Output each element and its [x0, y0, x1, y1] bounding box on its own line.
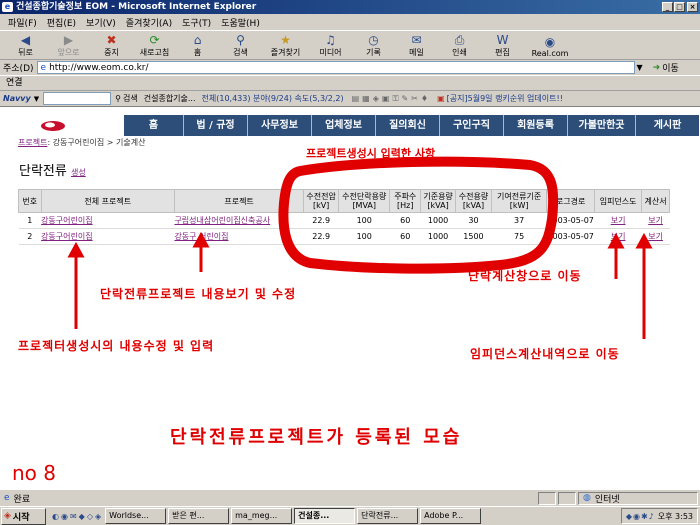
navvy-toolbar: Navvy ▼ ⚲ 검색 건설종합기술... 전체(10,433) 분야(9/2…	[0, 91, 700, 107]
address-bar: 주소(D) e http://www.eom.co.kr/ ▼ ➜ 이동	[0, 60, 700, 76]
menu-help[interactable]: 도움말(H)	[221, 16, 260, 29]
quick-launch-icons[interactable]: ◐◉✉◆◇◈	[52, 512, 103, 521]
status-zone-text: 인터넷	[594, 494, 620, 505]
forward-button[interactable]: ▶ 앞으로	[47, 31, 90, 59]
history-icon: ◷	[368, 33, 379, 47]
back-arrow-icon: ◀	[20, 33, 31, 47]
window-title: 건설종합기술정보 EOM - Microsoft Internet Explor…	[16, 2, 257, 12]
forward-arrow-icon: ▶	[63, 33, 74, 47]
navvy-search-icon: ⚲	[115, 94, 121, 103]
status-page-icon: e	[4, 493, 10, 503]
start-button[interactable]: ◈ 시작	[1, 507, 46, 525]
mail-icon: ✉	[411, 33, 422, 47]
media-button[interactable]: ♫ 미디어	[309, 31, 352, 59]
refresh-button[interactable]: ⟳ 새로고침	[133, 31, 176, 59]
menu-view[interactable]: 보기(V)	[86, 16, 116, 29]
links-label[interactable]: 연결	[6, 78, 23, 88]
menu-bar: 파일(F) 편집(E) 보기(V) 즐겨찾기(A) 도구(T) 도움말(H)	[0, 14, 700, 31]
real-icon: ◉	[544, 35, 556, 49]
taskbar-item[interactable]: 받은 편...	[168, 508, 230, 524]
stop-button[interactable]: ✖ 중지	[90, 31, 133, 59]
go-button[interactable]: 이동	[662, 61, 679, 74]
status-cell	[558, 491, 576, 505]
navvy-search-input[interactable]	[43, 92, 112, 105]
print-button[interactable]: ⎙ 인쇄	[438, 31, 481, 59]
clock: 오후 3:53	[657, 511, 693, 521]
navvy-site: 건설종합기술...	[143, 94, 196, 103]
address-label: 주소(D)	[3, 64, 34, 74]
mail-button[interactable]: ✉ 메일	[395, 31, 438, 59]
close-icon[interactable]: ×	[687, 2, 698, 12]
taskbar-item-active[interactable]: 건설종...	[294, 508, 356, 524]
search-icon: ⚲	[236, 33, 245, 47]
window-title-bar: e 건설종합기술정보 EOM - Microsoft Internet Expl…	[0, 0, 700, 14]
real-button[interactable]: ◉ Real.com	[524, 31, 576, 59]
media-icon: ♫	[325, 33, 336, 47]
globe-icon: ◍	[583, 493, 591, 503]
annotation-number: no 8	[12, 461, 56, 485]
refresh-icon: ⟳	[149, 33, 160, 47]
navvy-dropdown-icon[interactable]: ▼	[34, 95, 39, 103]
status-cell	[538, 491, 556, 505]
edit-icon: W	[496, 33, 509, 47]
taskbar-item[interactable]: 단락전류...	[357, 508, 419, 524]
highlight-loop	[278, 156, 559, 274]
status-zone: ◍ 인터넷	[578, 491, 698, 505]
address-input[interactable]: e http://www.eom.co.kr/	[36, 61, 635, 74]
history-button[interactable]: ◷ 기록	[352, 31, 395, 59]
edit-button[interactable]: W 편집	[481, 31, 524, 59]
arrow-create-edit	[67, 241, 85, 329]
print-icon: ⎙	[454, 33, 465, 47]
page-icon: e	[40, 62, 47, 73]
maximize-icon[interactable]: □	[674, 2, 685, 12]
taskbar-item[interactable]: Worldse...	[105, 508, 167, 524]
taskbar-item[interactable]: ma_meg...	[231, 508, 293, 524]
status-bar: e 완료 ◍ 인터넷	[0, 489, 700, 506]
windows-logo-icon: ◈	[4, 511, 11, 521]
search-button[interactable]: ⚲ 검색	[219, 31, 262, 59]
ie-logo-icon: e	[2, 2, 13, 12]
address-url: http://www.eom.co.kr/	[49, 62, 149, 73]
annotation-create-edit: 프로젝터생성시의 내용수정 및 입력	[18, 339, 215, 353]
navvy-notice[interactable]: [공지]5월9일 랭키순위 업데이트!!	[447, 93, 563, 104]
home-icon: ⌂	[193, 33, 202, 47]
back-button[interactable]: ◀ 뒤로	[4, 31, 47, 59]
go-arrow-icon: ➜	[652, 62, 661, 73]
taskbar: ◈ 시작 ◐◉✉◆◇◈ Worldse... 받은 편... ma_meg...…	[0, 506, 700, 525]
page-content: 홈 법 / 규정 사무정보 업체정보 질의회신 구인구직 회원등록 가볼만한곳 …	[0, 107, 700, 489]
navvy-counts: 전체(10,433) 분야(9/24) 속도(5,3/2,2)	[201, 94, 344, 103]
stop-icon: ✖	[106, 33, 117, 47]
notice-icon: ▣	[437, 94, 445, 103]
menu-tools[interactable]: 도구(T)	[182, 16, 211, 29]
browser-toolbar: ◀ 뒤로 ▶ 앞으로 ✖ 중지 ⟳ 새로고침 ⌂ 홈 ⚲ 검색 ★ 즐겨찾기 ♫ 미디어 ◷ 기록…	[0, 31, 700, 60]
taskbar-item[interactable]: Adobe P...	[420, 508, 482, 524]
system-tray: ◆◉✱♪ 오후 3:53	[620, 508, 698, 524]
annotation-impedance: 임피던스계산내역으로 이동	[470, 347, 620, 361]
minimize-icon[interactable]: _	[662, 2, 673, 12]
navvy-search-button[interactable]: 검색	[123, 93, 138, 104]
annotation-calc-window: 단락계산창으로 이동	[468, 269, 582, 283]
star-icon: ★	[280, 33, 291, 47]
annotation-caption: 단락전류프로젝트가 등록된 모습	[170, 427, 463, 448]
address-dropdown-icon[interactable]: ▼	[637, 63, 643, 72]
menu-edit[interactable]: 편집(E)	[47, 16, 76, 29]
menu-file[interactable]: 파일(F)	[8, 16, 37, 29]
arrow-impedance	[635, 232, 653, 339]
navvy-brand: Navvy	[3, 94, 31, 103]
menu-favorites[interactable]: 즐겨찾기(A)	[126, 16, 172, 29]
links-bar: 연결	[0, 76, 700, 91]
status-text: 완료	[13, 494, 31, 505]
arrow-calc-window	[607, 232, 625, 279]
favorites-button[interactable]: ★ 즐겨찾기	[262, 31, 309, 59]
tray-icons[interactable]: ◆◉✱♪	[626, 512, 655, 521]
arrow-view-edit	[192, 231, 210, 272]
navvy-tool-icons[interactable]: ▤▦◈▣⚿✎✂♦	[352, 94, 432, 104]
home-button[interactable]: ⌂ 홈	[176, 31, 219, 59]
annotation-view-edit: 단락전류프로젝트 내용보기 및 수정	[100, 287, 297, 301]
